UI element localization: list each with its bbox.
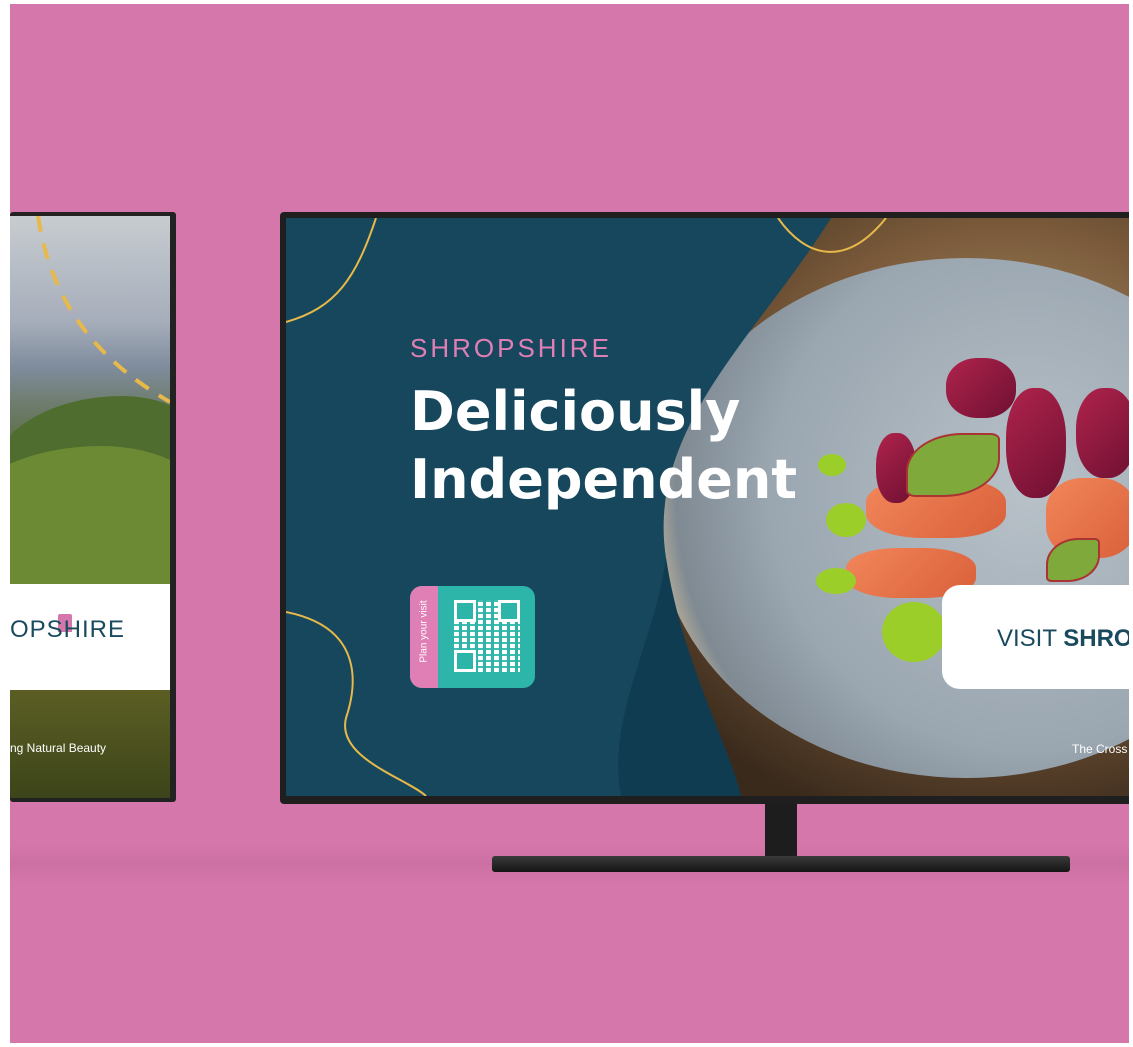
headline-line-2: Independent: [410, 448, 798, 511]
headline-line-1: Deliciously: [410, 380, 741, 443]
qr-label-text: Plan your visit: [418, 600, 430, 663]
left-brand-text: OPSHIRE: [10, 616, 126, 643]
tv-stand-neck: [765, 804, 797, 856]
dashed-route-line: [36, 216, 170, 404]
qr-finder-icon: [454, 600, 476, 622]
visit-brand-bold: SHRO: [1063, 625, 1129, 652]
kicker-text: SHROPSHIRE: [410, 333, 612, 363]
qr-finder-icon: [454, 650, 476, 672]
headline: Deliciously Independent: [410, 378, 797, 514]
tv-stand-base: [492, 856, 1070, 872]
left-tv-screen: OPSHIRE ng Natural Beauty: [10, 216, 170, 798]
qr-side-label: Plan your visit: [410, 586, 438, 688]
right-tv-screen: SHROPSHIRE Deliciously Independent Plan …: [286, 218, 1129, 796]
left-tv: OPSHIRE ng Natural Beauty: [10, 212, 176, 802]
pink-backdrop: OPSHIRE ng Natural Beauty SHROPSHIRE Del…: [10, 4, 1129, 1043]
visit-brand-text: VISIT SHRO: [997, 625, 1129, 653]
right-tv: SHROPSHIRE Deliciously Independent Plan …: [280, 212, 1129, 804]
visit-brand-card: VISIT SHRO: [942, 585, 1129, 689]
qr-card: Plan your visit: [410, 586, 535, 688]
hill-shape: [10, 446, 170, 596]
photo-credit: The Cross: [1072, 742, 1128, 756]
left-photo-caption: ng Natural Beauty: [10, 741, 107, 755]
qr-code-icon: [454, 600, 520, 672]
visit-prefix: VISIT: [997, 625, 1064, 652]
qr-finder-icon: [498, 600, 520, 622]
